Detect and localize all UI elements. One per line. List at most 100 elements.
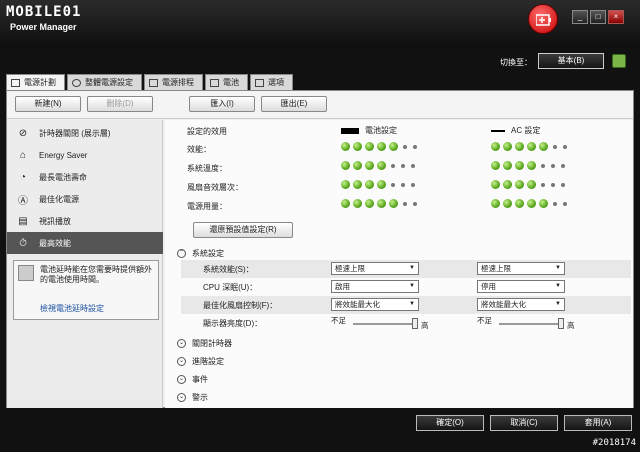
ac-brightness-slider[interactable]: 不足 高 xyxy=(477,316,577,330)
level-dot-on xyxy=(365,142,374,151)
setting-row-cpu-sleep: CPU 深眠(U)： 啟用 ▼ 停用 ▼ xyxy=(181,278,631,296)
dropdown-arrow-icon: ▼ xyxy=(555,301,561,307)
plan-item-optimized[interactable]: Ⓐ 最佳化電源 xyxy=(7,188,163,210)
battery-cpu-sleep-select[interactable]: 啟用 ▼ xyxy=(331,280,419,293)
setting-label: 顯示器亮度(D)： xyxy=(203,319,263,328)
plan-item-video[interactable]: ▤ 視訊播放 xyxy=(7,210,163,232)
battery-plan-icon xyxy=(11,78,20,87)
dropdown-arrow-icon: ▼ xyxy=(555,265,561,271)
power-manager-logo-icon xyxy=(528,4,558,34)
level-dot-on xyxy=(527,199,536,208)
plan-item-max-performance[interactable]: ⏱ 最高效能 xyxy=(7,232,163,254)
restore-defaults-button[interactable]: 還原預設值設定(R) xyxy=(193,222,293,238)
battery-metric-dots xyxy=(341,142,421,151)
delete-button[interactable]: 刪除(D) xyxy=(87,96,153,112)
ac-performance-select[interactable]: 極速上限 ▼ xyxy=(477,262,565,275)
level-dot-off xyxy=(403,201,407,206)
footer-bar: 確定(O) 取消(C) 套用(A) #2018174 xyxy=(0,410,640,452)
hand-icon xyxy=(18,265,34,281)
battery-fan-select[interactable]: 將效能最大化 ▼ xyxy=(331,298,419,311)
level-dot-on xyxy=(491,142,500,151)
level-dot-on xyxy=(503,142,512,151)
setting-row-brightness: 顯示器亮度(D)： 不足 高 不足 高 xyxy=(181,314,631,332)
tab-options[interactable]: 選項 xyxy=(250,74,293,90)
level-dot-on xyxy=(515,142,524,151)
setting-label: 系統效能(S)： xyxy=(203,265,254,274)
plan-item-max-battery[interactable]: ◔ 最長電池壽命 xyxy=(7,166,163,188)
battery-metric-dots xyxy=(341,199,421,208)
level-dot-on xyxy=(539,142,548,151)
house-icon: ⌂ xyxy=(19,149,27,161)
plan-item-timer-off[interactable]: ⊘ 計時器關閉 (展示層) xyxy=(7,122,163,144)
level-dot-on xyxy=(491,199,500,208)
maximize-button[interactable]: □ xyxy=(590,10,606,24)
chevron-up-icon: ⌃ xyxy=(177,249,186,258)
tab-battery[interactable]: 電池 xyxy=(205,74,248,90)
ac-cpu-sleep-select[interactable]: 停用 ▼ xyxy=(477,280,565,293)
level-dot-off xyxy=(541,182,545,187)
level-dot-on xyxy=(353,142,362,151)
level-dot-on xyxy=(365,199,374,208)
tab-power-plan[interactable]: 電源計劃 xyxy=(6,74,65,90)
apply-button[interactable]: 套用(A) xyxy=(564,415,632,431)
dropdown-arrow-icon: ▼ xyxy=(555,283,561,289)
slider-thumb[interactable] xyxy=(558,318,564,329)
level-dot-on xyxy=(389,142,398,151)
export-button[interactable]: 匯出(E) xyxy=(261,96,327,112)
auto-icon: Ⓐ xyxy=(18,195,28,207)
level-dot-on xyxy=(353,161,362,170)
tab-bar: 電源計劃 整體電源設定 電源排程 電池 選項 xyxy=(6,74,295,90)
level-dot-off xyxy=(553,201,557,206)
basic-mode-button[interactable]: 基本(B) xyxy=(538,53,604,69)
level-dot-on xyxy=(503,180,512,189)
level-dot-on xyxy=(389,199,398,208)
level-dot-off xyxy=(551,182,555,187)
setting-row-performance: 系統效能(S)： 極速上限 ▼ 極速上限 ▼ xyxy=(181,260,631,278)
level-dot-on xyxy=(515,161,524,170)
level-dot-off xyxy=(413,201,417,206)
battery-performance-select[interactable]: 極速上限 ▼ xyxy=(331,262,419,275)
import-button[interactable]: 匯入(I) xyxy=(189,96,255,112)
title-bar: MOBILE01 Power Manager _ □ × xyxy=(0,0,640,48)
new-button[interactable]: 新建(N) xyxy=(15,96,81,112)
help-icon[interactable] xyxy=(612,54,626,68)
level-dot-on xyxy=(515,199,524,208)
setting-row-fan: 最佳化風扇控制(F)： 將效能最大化 ▼ 將效能最大化 ▼ xyxy=(181,296,631,314)
battery-brightness-slider[interactable]: 不足 高 xyxy=(331,316,431,330)
ac-metric-dots xyxy=(491,142,571,151)
stopwatch-icon: ⏱ xyxy=(19,237,27,249)
battery-stretch-link[interactable]: 檢視電池延時設定 xyxy=(40,303,104,314)
timer-off-section[interactable]: ⌄ 關閉計時器 xyxy=(177,338,232,349)
advanced-section[interactable]: ⌄ 進階設定 xyxy=(177,356,224,367)
metric-label: 電源用量： xyxy=(187,202,227,211)
close-button[interactable]: × xyxy=(608,10,624,24)
tab-global-power[interactable]: 整體電源設定 xyxy=(67,74,142,90)
tab-schedule[interactable]: 電源排程 xyxy=(144,74,203,90)
level-dot-off xyxy=(553,144,557,149)
level-dot-on xyxy=(341,161,350,170)
setting-label: 最佳化風扇控制(F)： xyxy=(203,301,278,310)
ok-button[interactable]: 確定(O) xyxy=(416,415,484,431)
battery-life-icon: ◔ xyxy=(19,171,27,183)
events-section[interactable]: ⌄ 事件 xyxy=(177,374,208,385)
effect-header: 設定的效用 xyxy=(187,127,227,136)
slider-high-label: 高 xyxy=(421,321,429,330)
slider-low-label: 不足 xyxy=(477,316,492,325)
level-dot-off xyxy=(391,182,395,187)
minimize-button[interactable]: _ xyxy=(572,10,588,24)
system-settings-section[interactable]: ⌃ 系統設定 xyxy=(177,248,224,259)
level-dot-on xyxy=(353,199,362,208)
level-dot-on xyxy=(377,161,386,170)
battery-stretch-tip: 電池延時能在您需要時提供額外的電池使用時間。 檢視電池延時設定 xyxy=(13,260,159,320)
alerts-section[interactable]: ⌄ 警示 xyxy=(177,392,208,403)
level-dot-off xyxy=(561,182,565,187)
cancel-button[interactable]: 取消(C) xyxy=(490,415,558,431)
level-dot-on xyxy=(491,180,500,189)
level-dot-off xyxy=(551,163,555,168)
plan-item-energy-saver[interactable]: ⌂ Energy Saver xyxy=(7,144,163,166)
ac-fan-select[interactable]: 將效能最大化 ▼ xyxy=(477,298,565,311)
level-dot-on xyxy=(353,180,362,189)
dropdown-arrow-icon: ▼ xyxy=(409,301,415,307)
level-dot-on xyxy=(365,180,374,189)
slider-thumb[interactable] xyxy=(412,318,418,329)
